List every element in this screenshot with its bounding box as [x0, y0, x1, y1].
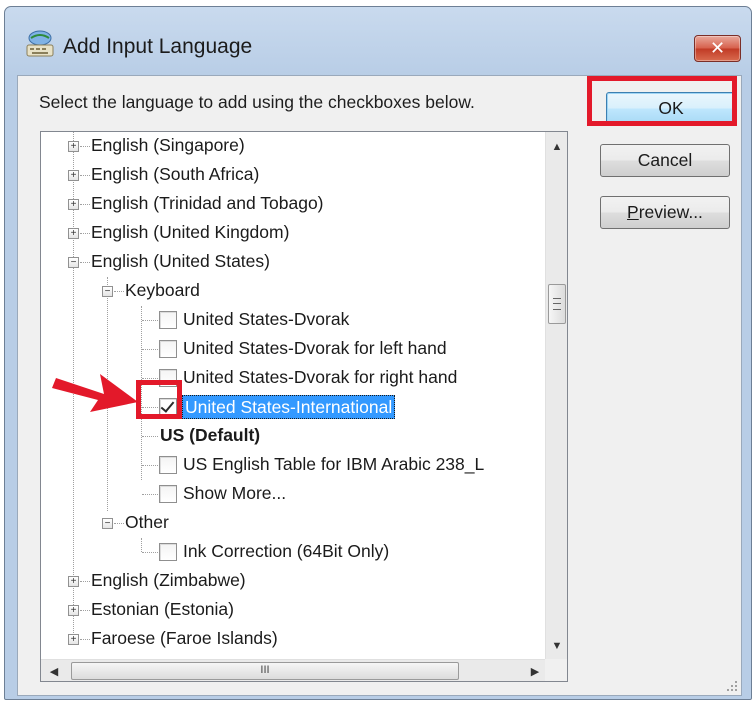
- tree-item-label: US (Default): [160, 425, 261, 445]
- keyboard-language-icon: [26, 30, 54, 57]
- collapse-minus-icon[interactable]: −: [102, 518, 113, 529]
- expand-plus-icon[interactable]: +: [68, 605, 79, 616]
- tree-item-faroese[interactable]: + Faroese (Faroe Islands): [41, 625, 521, 654]
- tree-connector: [80, 610, 90, 611]
- cancel-button[interactable]: Cancel: [600, 144, 730, 177]
- ok-highlight-box: [587, 76, 737, 126]
- red-arrow-icon: [52, 374, 138, 412]
- expand-plus-icon[interactable]: +: [68, 576, 79, 587]
- tree-item-label: US English Table for IBM Arabic 238_L: [183, 454, 485, 474]
- tree-item-english-singapore[interactable]: + English (Singapore): [41, 132, 521, 161]
- window-title: Add Input Language: [63, 35, 253, 58]
- horizontal-scroll-thumb[interactable]: III: [71, 662, 459, 680]
- collapse-minus-icon[interactable]: −: [102, 286, 113, 297]
- checkbox[interactable]: [159, 485, 177, 503]
- preview-label: review...: [638, 202, 703, 222]
- expand-plus-icon[interactable]: +: [68, 170, 79, 181]
- tree-item-english-trinidad[interactable]: + English (Trinidad and Tobago): [41, 190, 521, 219]
- tree-connector: [142, 378, 158, 379]
- tree-item-show-more[interactable]: Show More...: [41, 480, 521, 509]
- tree-connector: [80, 146, 90, 147]
- vertical-scrollbar[interactable]: ▲ ▼: [545, 132, 567, 659]
- tree-item-label: United States-Dvorak for right hand: [183, 367, 458, 387]
- tree-connector: [142, 320, 158, 321]
- tree-item-estonian[interactable]: + Estonian (Estonia): [41, 596, 521, 625]
- tree-item-label: Keyboard: [125, 280, 200, 300]
- scroll-left-arrow-icon[interactable]: ◀: [43, 660, 65, 681]
- checkbox[interactable]: [159, 456, 177, 474]
- tree-item-us-default[interactable]: US (Default): [41, 422, 521, 451]
- scroll-down-arrow-icon[interactable]: ▼: [546, 635, 567, 657]
- tree-item-label: English (South Africa): [91, 164, 260, 184]
- tree-item-label: Ink Correction (64Bit Only): [183, 541, 390, 561]
- tree-item-us-dvorak-left[interactable]: United States-Dvorak for left hand: [41, 335, 521, 364]
- tree-connector: [142, 494, 158, 495]
- tree-item-label: Show More...: [183, 483, 287, 503]
- tree-connector: [80, 175, 90, 176]
- tree-connector: [80, 204, 90, 205]
- tree-item-label-selected: United States-International: [182, 395, 396, 419]
- scrollbar-corner: [545, 659, 567, 681]
- expand-plus-icon[interactable]: +: [68, 634, 79, 645]
- instruction-text: Select the language to add using the che…: [39, 92, 475, 112]
- tree-item-english-uk[interactable]: + English (United Kingdom): [41, 219, 521, 248]
- vertical-scroll-thumb[interactable]: [548, 284, 566, 324]
- close-icon: ✕: [709, 38, 726, 58]
- scroll-right-arrow-icon[interactable]: ▶: [524, 660, 546, 681]
- tree-connector: [142, 465, 158, 466]
- tree-connector: [80, 233, 90, 234]
- tree-connector: [142, 349, 158, 350]
- tree-connector: [114, 291, 124, 292]
- scroll-up-arrow-icon[interactable]: ▲: [546, 136, 567, 158]
- checkbox[interactable]: [159, 311, 177, 329]
- tree-item-ink-correction[interactable]: Ink Correction (64Bit Only): [41, 538, 521, 567]
- tree-connector: [142, 436, 158, 437]
- expand-plus-icon[interactable]: +: [68, 141, 79, 152]
- tree-item-english-south-africa[interactable]: + English (South Africa): [41, 161, 521, 190]
- tree-item-label: Estonian (Estonia): [91, 599, 234, 619]
- resize-grip-icon[interactable]: [724, 678, 738, 692]
- tree-item-english-zimbabwe[interactable]: + English (Zimbabwe): [41, 567, 521, 596]
- tree-item-other[interactable]: − Other: [41, 509, 521, 538]
- tree-item-us-english-ibm-arabic[interactable]: US English Table for IBM Arabic 238_L: [41, 451, 521, 480]
- close-button[interactable]: ✕: [694, 35, 741, 62]
- tree-item-label: English (United States): [91, 251, 270, 271]
- preview-button[interactable]: Preview...: [600, 196, 730, 229]
- tree-item-label: English (Trinidad and Tobago): [91, 193, 324, 213]
- tree-item-label: English (United Kingdom): [91, 222, 290, 242]
- preview-accelerator: P: [627, 202, 639, 222]
- horizontal-scrollbar[interactable]: ◀ III ▶: [41, 659, 546, 681]
- title-bar[interactable]: Add Input Language ✕: [5, 7, 751, 73]
- tree-item-label: English (Singapore): [91, 135, 245, 155]
- tree-item-label: United States-Dvorak for left hand: [183, 338, 447, 358]
- tree-item-label: Faroese (Faroe Islands): [91, 628, 278, 648]
- expand-plus-icon[interactable]: +: [68, 228, 79, 239]
- collapse-minus-icon[interactable]: −: [68, 257, 79, 268]
- tree-item-label: United States-Dvorak: [183, 309, 350, 329]
- tree-connector: [80, 262, 90, 263]
- checkbox[interactable]: [159, 543, 177, 561]
- checkbox[interactable]: [159, 340, 177, 358]
- tree-item-english-us[interactable]: − English (United States): [41, 248, 521, 277]
- tree-connector: [142, 552, 158, 553]
- tree-item-label: Other: [125, 512, 169, 532]
- tree-connector: [80, 639, 90, 640]
- grip-icon: [553, 298, 561, 310]
- expand-plus-icon[interactable]: +: [68, 199, 79, 210]
- tree-connector: [114, 523, 124, 524]
- tree-item-keyboard[interactable]: − Keyboard: [41, 277, 521, 306]
- tree-item-label: English (Zimbabwe): [91, 570, 246, 590]
- tree-item-us-dvorak[interactable]: United States-Dvorak: [41, 306, 521, 335]
- checkbox-highlight-box: [136, 380, 182, 419]
- tree-connector: [80, 581, 90, 582]
